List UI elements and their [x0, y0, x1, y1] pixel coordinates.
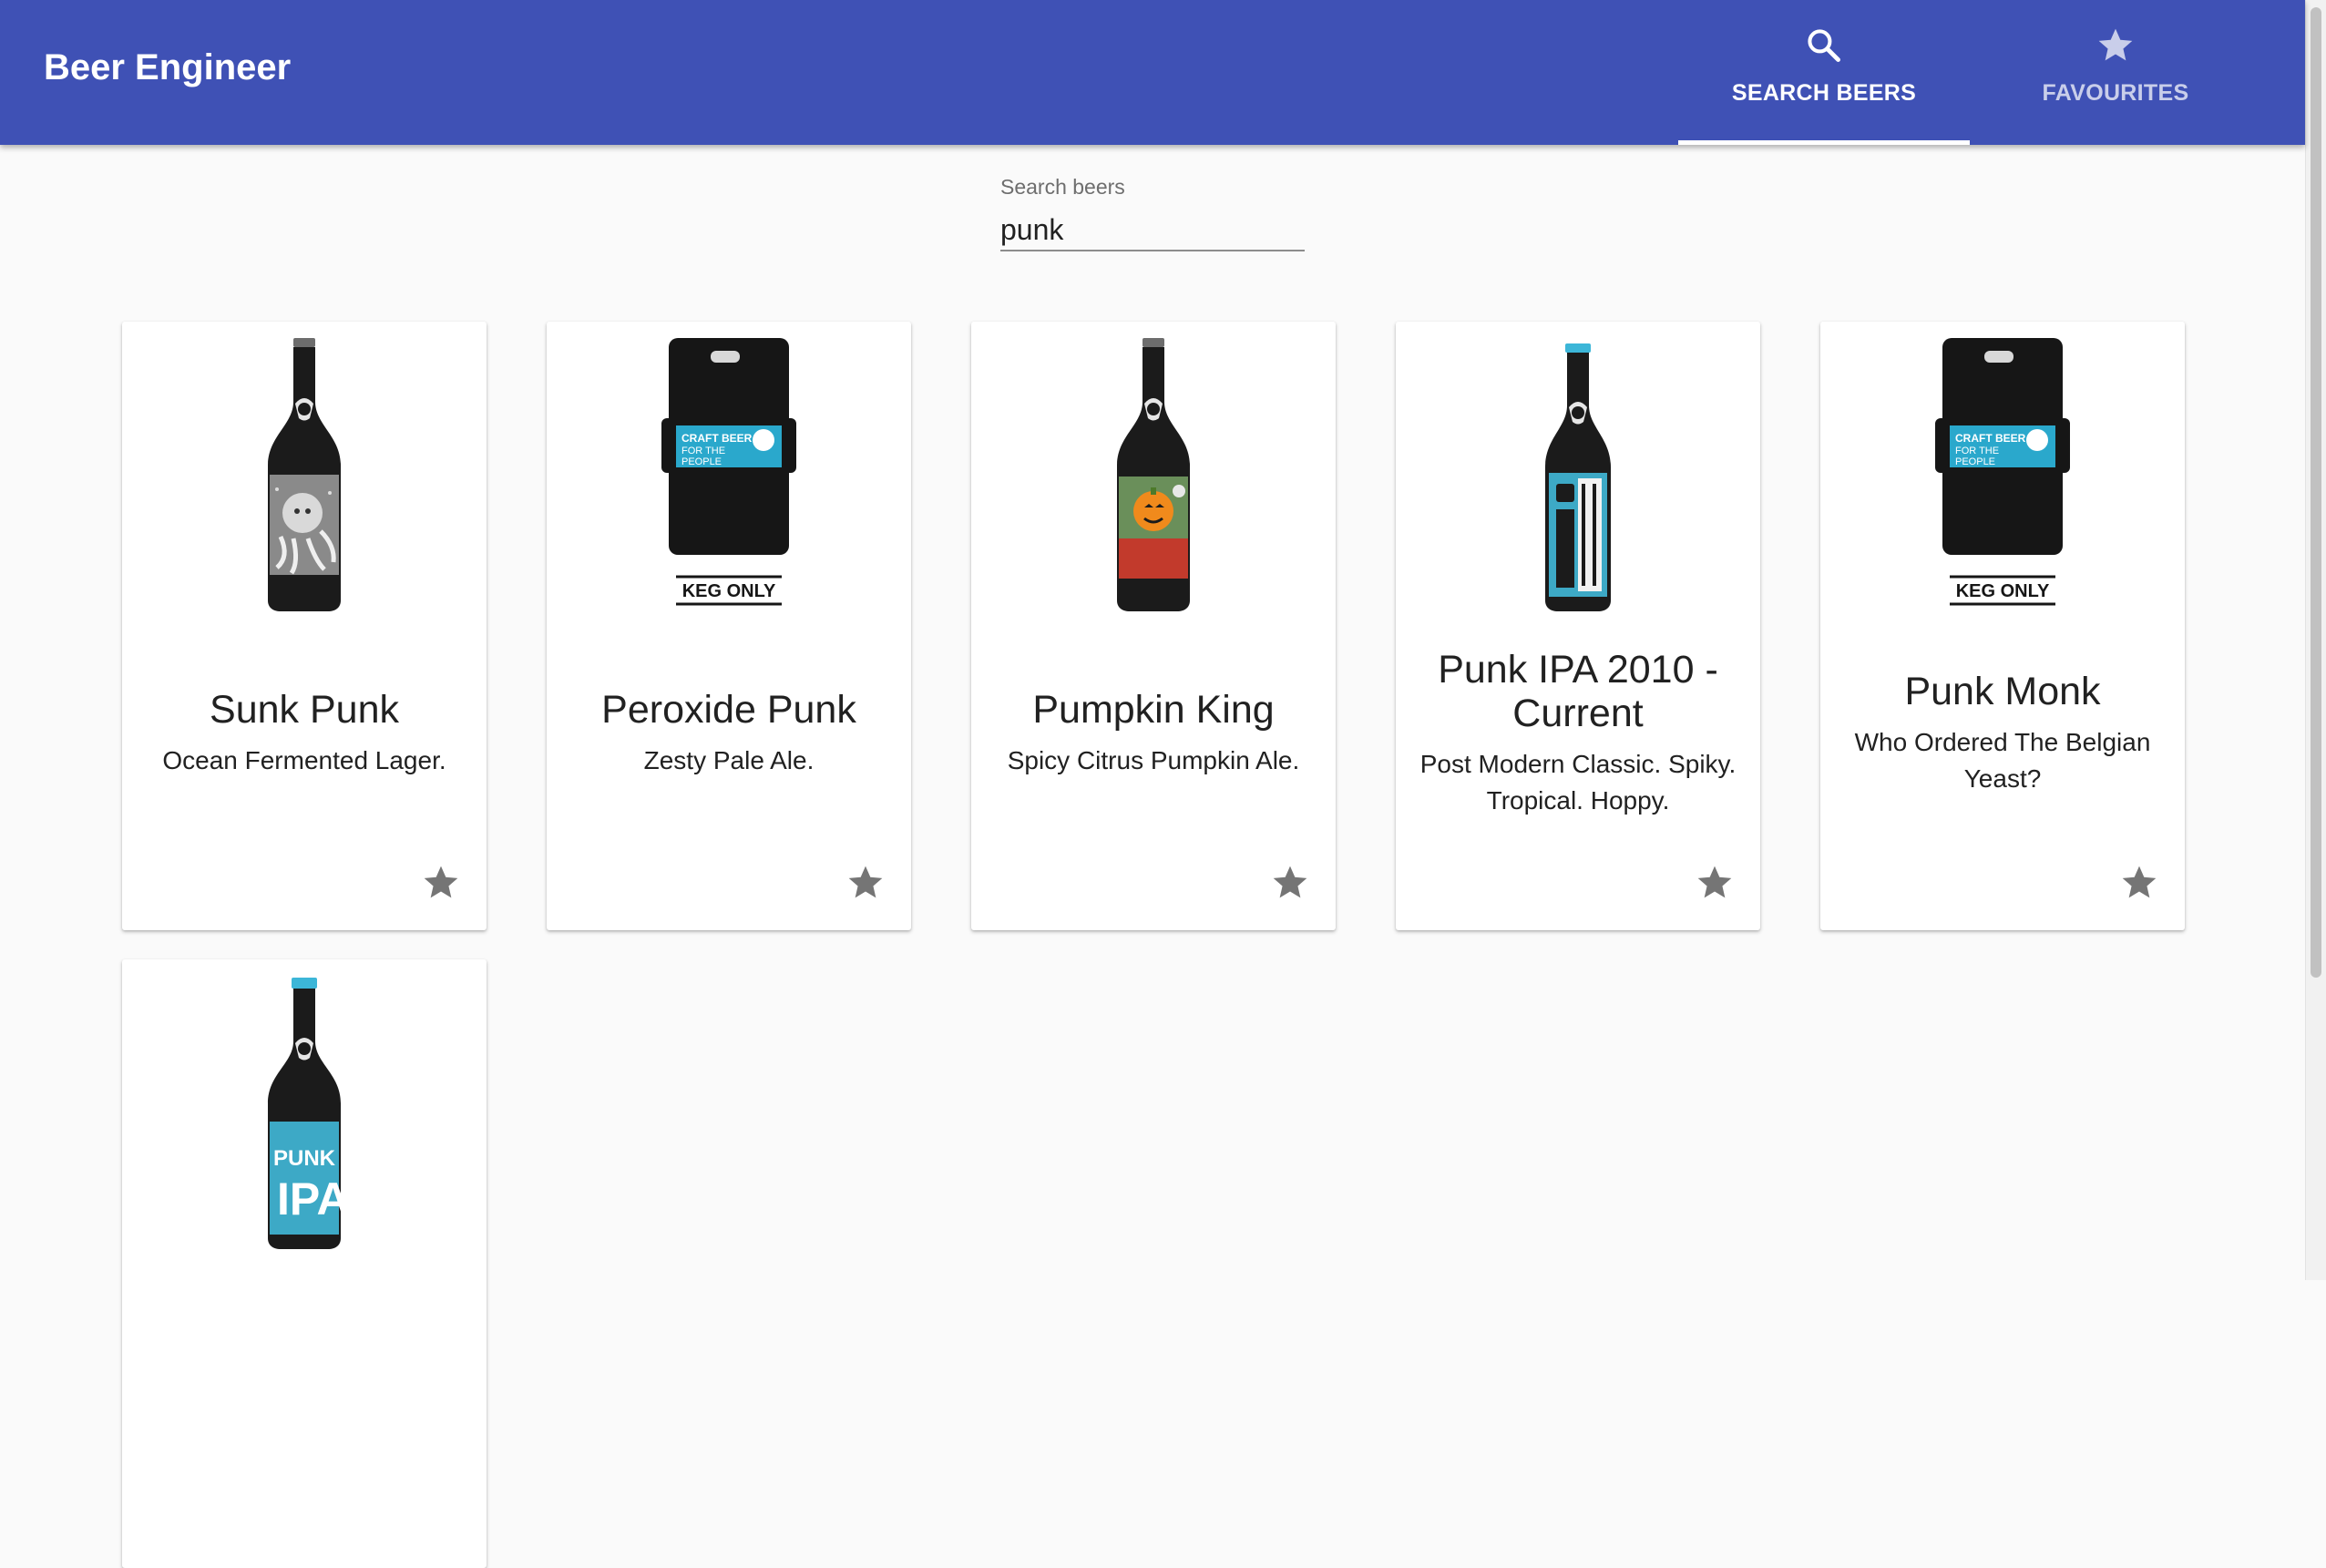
beer-card[interactable]: PUNK IPA — [122, 959, 487, 1568]
keg-banner-text: CRAFT BEER — [681, 432, 753, 445]
star-icon — [2122, 866, 2157, 898]
search-field: Search beers — [1000, 173, 1305, 261]
beer-info: Pumpkin King Spicy Citrus Pumpkin Ale. — [988, 615, 1319, 852]
star-icon — [1697, 866, 1732, 898]
active-tab-indicator — [1678, 140, 1970, 145]
favourite-button[interactable] — [2119, 863, 2159, 903]
beer-image: CRAFT BEER FOR THE PEOPLE KEG ONLY — [547, 338, 911, 611]
svg-text:FOR THE: FOR THE — [1955, 446, 1999, 456]
tab-search-beers[interactable]: SEARCH BEERS — [1678, 0, 1970, 145]
beer-card[interactable]: CRAFT BEER FOR THE PEOPLE KEG ONLY Punk … — [1820, 322, 2185, 930]
star-icon — [848, 866, 883, 898]
star-icon — [424, 866, 458, 898]
keg-only-badge: KEG ONLY — [682, 581, 776, 601]
beer-image: PUNK IPA — [122, 976, 487, 1249]
beer-info: Punk IPA 2010 - Current Post Modern Clas… — [1412, 615, 1744, 852]
svg-text:PEOPLE: PEOPLE — [681, 456, 722, 467]
beer-name: Punk IPA 2010 - Current — [1438, 648, 1718, 735]
beer-image — [1396, 338, 1760, 611]
favourite-button[interactable] — [1270, 863, 1310, 903]
beer-tagline: Post Modern Classic. Spiky. Tropical. Ho… — [1419, 750, 1737, 815]
search-icon — [1678, 26, 1970, 66]
beer-card[interactable]: Sunk Punk Ocean Fermented Lager. — [122, 322, 487, 930]
beer-info: Punk Monk Who Ordered The Belgian Yeast? — [1837, 615, 2168, 852]
tab-label: SEARCH BEERS — [1731, 80, 1917, 106]
star-icon — [1970, 26, 2261, 66]
favourite-button[interactable] — [845, 863, 886, 903]
beer-name: Sunk Punk — [210, 688, 399, 732]
beer-info: Peroxide Punk Zesty Pale Ale. — [563, 615, 895, 852]
beer-tagline: Spicy Citrus Pumpkin Ale. — [1007, 746, 1300, 774]
scrollbar-thumb[interactable] — [2311, 7, 2321, 978]
beer-image — [122, 338, 487, 611]
beer-card[interactable]: CRAFT BEER FOR THE PEOPLE KEG ONLY Perox… — [547, 322, 911, 930]
beer-card[interactable]: Punk IPA 2010 - Current Post Modern Clas… — [1396, 322, 1760, 930]
svg-text:PEOPLE: PEOPLE — [1955, 456, 1995, 467]
app-bar: Beer Engineer SEARCH BEERS FAVOURITES — [0, 0, 2305, 145]
beer-image: CRAFT BEER FOR THE PEOPLE KEG ONLY — [1820, 338, 2185, 611]
tab-label: FAVOURITES — [2042, 80, 2189, 106]
tab-favourites[interactable]: FAVOURITES — [1970, 0, 2261, 145]
beer-tagline: Ocean Fermented Lager. — [162, 746, 446, 774]
favourite-button[interactable] — [421, 863, 461, 903]
keg-only-badge: KEG ONLY — [1956, 581, 2050, 601]
beer-card[interactable]: Pumpkin King Spicy Citrus Pumpkin Ale. — [971, 322, 1336, 930]
search-label: Search beers — [1000, 175, 1125, 199]
beer-name: Peroxide Punk — [601, 688, 856, 732]
beer-tagline: Who Ordered The Belgian Yeast? — [1854, 728, 2151, 793]
beer-name: Punk Monk — [1904, 670, 2101, 713]
search-input[interactable] — [1000, 210, 1305, 251]
keg-banner-text: CRAFT BEER — [1955, 432, 2026, 445]
beer-name: Pumpkin King — [1032, 688, 1275, 732]
beer-tagline: Zesty Pale Ale. — [643, 746, 815, 774]
beer-info: Sunk Punk Ocean Fermented Lager. — [138, 615, 470, 852]
svg-text:FOR THE: FOR THE — [681, 446, 725, 456]
beer-image — [971, 338, 1336, 611]
svg-text:IPA: IPA — [277, 1173, 350, 1225]
star-icon — [1273, 866, 1307, 898]
favourite-button[interactable] — [1695, 863, 1735, 903]
svg-text:PUNK: PUNK — [273, 1146, 336, 1171]
app-title: Beer Engineer — [44, 47, 292, 87]
